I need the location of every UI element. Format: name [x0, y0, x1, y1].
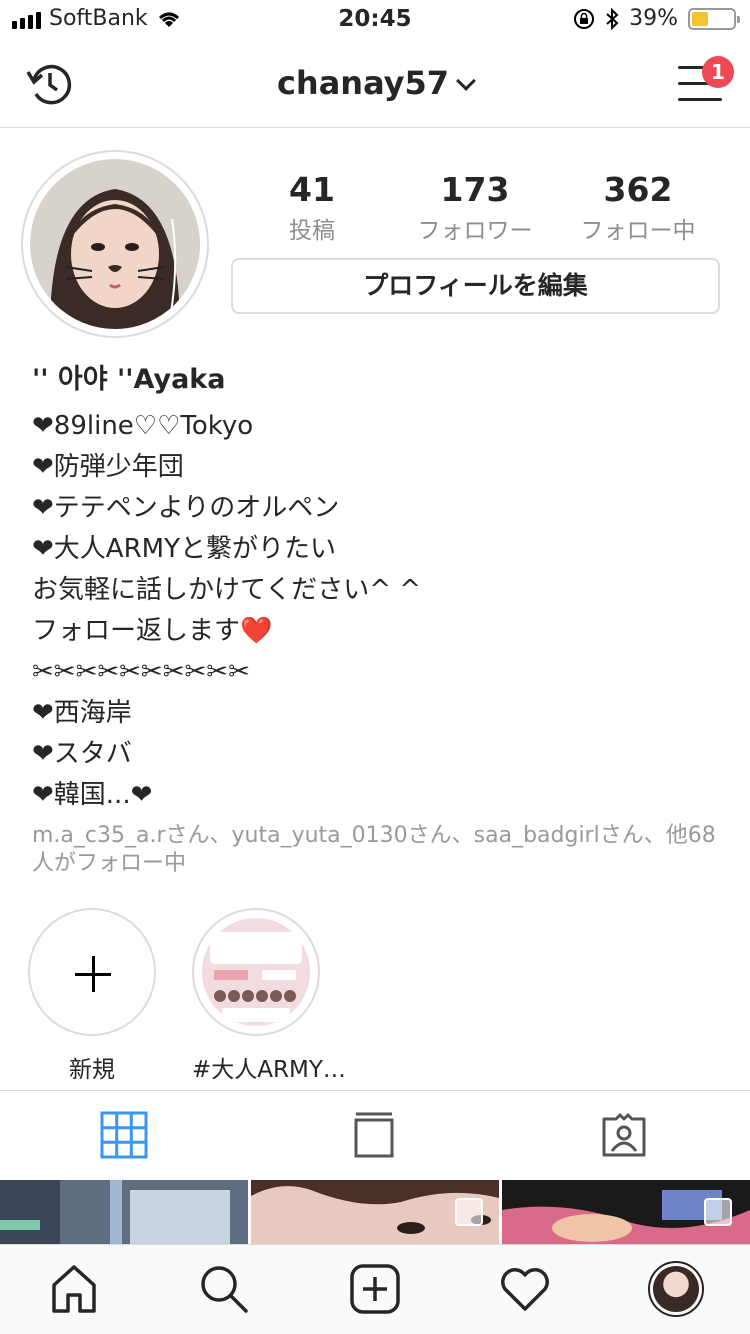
profile-header: chanay57	[0, 40, 750, 128]
home-icon[interactable]	[48, 1263, 100, 1315]
bio-line: ❤西海岸	[32, 698, 132, 728]
stat-following[interactable]: 362 フォロー中	[558, 170, 718, 245]
edit-profile-button[interactable]: プロフィールを編集	[231, 258, 720, 314]
profile-tabs	[0, 1090, 750, 1180]
chevron-down-icon	[456, 71, 476, 91]
battery-percent: 39%	[629, 6, 678, 31]
battery-icon	[688, 7, 740, 30]
posts-label: 投稿	[289, 218, 335, 244]
bio-line: ❤大人ARMYと繋がりたい	[32, 534, 336, 564]
following-count: 362	[603, 170, 673, 209]
followed-by-text[interactable]: m.a_c35_a.rさん、yuta_yuta_0130さん、saa_badgi…	[32, 822, 722, 878]
activity-heart-icon[interactable]	[499, 1263, 551, 1315]
orientation-lock-icon	[574, 8, 595, 29]
post-thumbnail[interactable]	[251, 1180, 499, 1244]
bio-line: ❤防弾少年団	[32, 452, 184, 482]
followers-label: フォロワー	[417, 218, 533, 244]
username-title: chanay57	[276, 64, 450, 102]
bio-line: ❤スタバ	[32, 739, 132, 769]
bottom-nav	[0, 1244, 750, 1334]
username-switcher[interactable]: chanay57	[0, 64, 750, 102]
avatar[interactable]	[30, 159, 200, 329]
bio-line: ❤テテペンよりのオルペン	[32, 493, 340, 523]
profile-tab-avatar[interactable]	[648, 1261, 704, 1317]
highlight-army[interactable]: #大人ARMY…	[192, 908, 346, 1084]
post-grid	[0, 1180, 750, 1244]
notification-badge: 1	[702, 56, 734, 88]
highlight-label: 新規	[69, 1057, 115, 1083]
bio-line: フォロー返します❤️	[32, 616, 273, 646]
new-post-icon[interactable]	[349, 1263, 401, 1315]
grid-view-icon[interactable]	[100, 1111, 148, 1159]
multiple-photos-icon	[455, 1198, 483, 1226]
profile-bio: '' 아야 ''Ayaka ❤89line♡♡Tokyo ❤防弾少年団 ❤テテペ…	[32, 362, 722, 816]
highlight-new[interactable]: 新規	[28, 908, 156, 1084]
add-highlight-button[interactable]	[28, 908, 156, 1036]
stat-followers[interactable]: 173 フォロワー	[395, 170, 555, 245]
bluetooth-icon	[606, 7, 619, 30]
bio-line: ❤89line♡♡Tokyo	[32, 411, 254, 441]
posts-count: 41	[289, 170, 335, 209]
post-thumbnail[interactable]	[0, 1180, 248, 1244]
status-bar: SoftBank 20:45 39%	[0, 0, 750, 40]
followers-count: 173	[440, 170, 510, 209]
tagged-icon[interactable]	[600, 1111, 648, 1159]
highlight-cover-image	[202, 918, 310, 1026]
bio-line: お気軽に話しかけてください^ ^	[32, 575, 422, 605]
following-label: フォロー中	[580, 218, 696, 244]
feed-view-icon[interactable]	[350, 1111, 398, 1159]
bio-line: ❤韓国...❤	[32, 780, 153, 810]
post-thumbnail[interactable]	[502, 1180, 750, 1244]
stat-posts[interactable]: 41 投稿	[232, 170, 392, 245]
bio-line: ✂✂✂✂✂✂✂✂✂✂	[32, 657, 250, 687]
multiple-photos-icon	[704, 1198, 732, 1226]
highlight-label: #大人ARMY…	[192, 1057, 346, 1083]
search-icon[interactable]	[198, 1263, 250, 1315]
profile-name: '' 아야 ''Ayaka	[32, 364, 226, 395]
